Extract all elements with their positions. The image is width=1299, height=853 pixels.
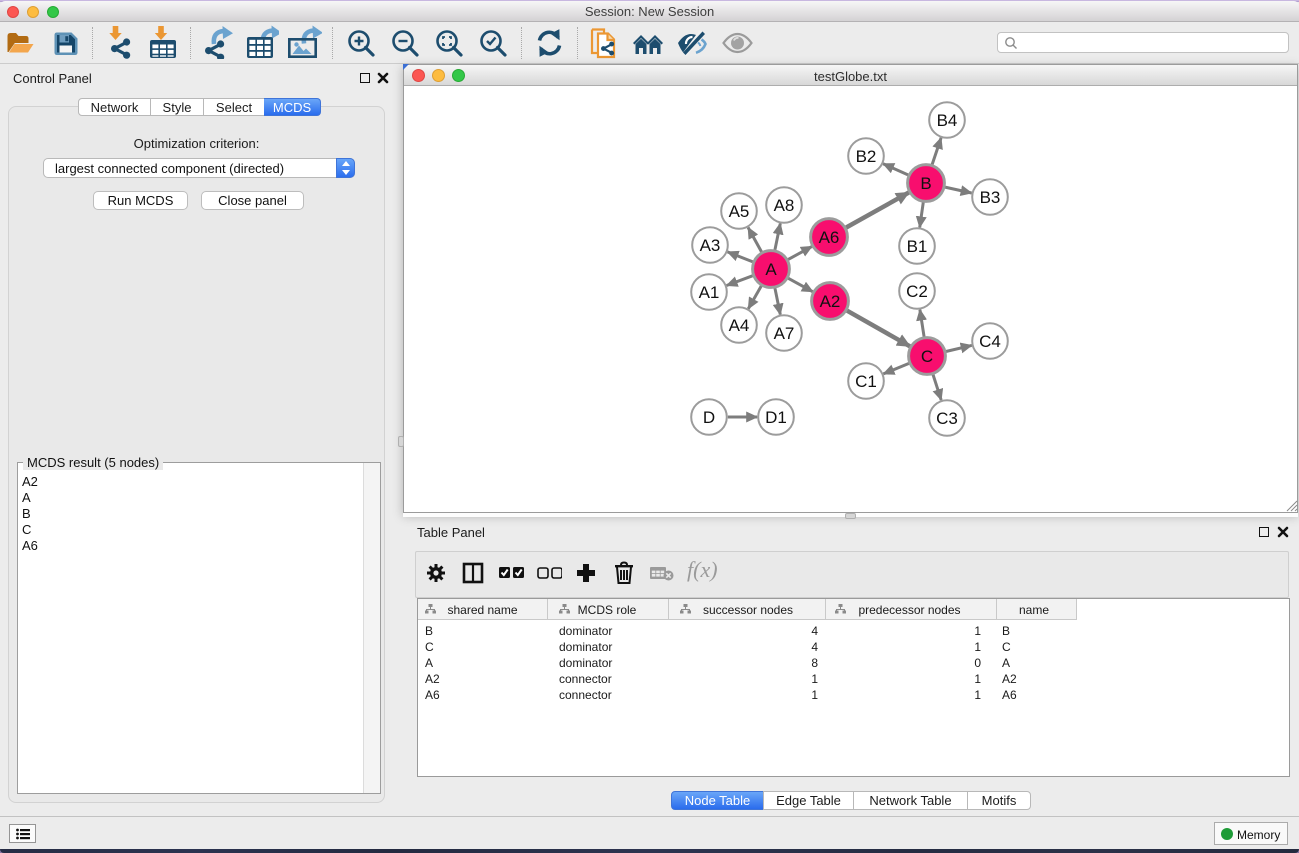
svg-text:C: C: [921, 347, 933, 366]
svg-text:A3: A3: [700, 236, 721, 255]
svg-text:D1: D1: [765, 408, 787, 427]
svg-text:A6: A6: [819, 228, 840, 247]
svg-text:B3: B3: [980, 188, 1001, 207]
svg-text:B2: B2: [856, 147, 877, 166]
svg-text:B1: B1: [907, 237, 928, 256]
svg-text:A4: A4: [729, 316, 750, 335]
svg-text:C4: C4: [979, 332, 1001, 351]
svg-text:A1: A1: [699, 283, 720, 302]
svg-text:A: A: [765, 260, 777, 279]
svg-text:A8: A8: [774, 196, 795, 215]
svg-text:A5: A5: [729, 202, 750, 221]
svg-text:C3: C3: [936, 409, 958, 428]
svg-text:D: D: [703, 408, 715, 427]
svg-text:B: B: [920, 174, 931, 193]
svg-text:C1: C1: [855, 372, 877, 391]
svg-text:C2: C2: [906, 282, 928, 301]
svg-text:A2: A2: [820, 292, 841, 311]
svg-text:A7: A7: [774, 324, 795, 343]
svg-text:B4: B4: [937, 111, 958, 130]
